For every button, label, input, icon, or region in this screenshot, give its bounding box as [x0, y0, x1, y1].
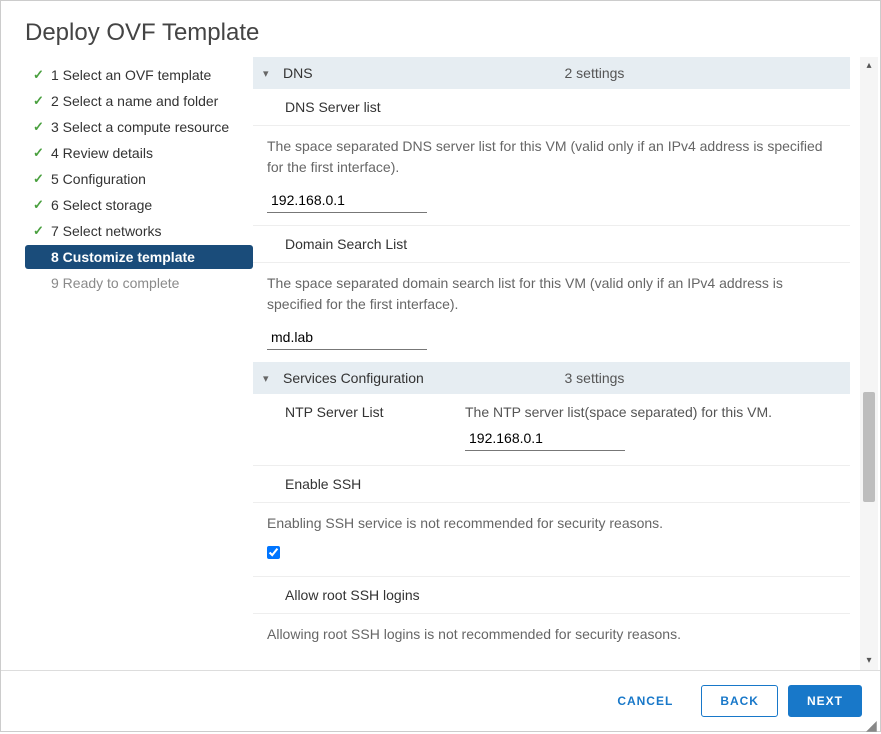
back-button[interactable]: BACK	[701, 685, 778, 717]
section-label: DNS	[283, 65, 559, 81]
section-dns-header[interactable]: ▾ DNS 2 settings	[253, 57, 850, 89]
check-icon: ✓	[33, 119, 51, 135]
step-label: 6 Select storage	[51, 197, 152, 213]
dns-server-input[interactable]	[267, 188, 427, 213]
step-3-compute[interactable]: ✓3 Select a compute resource	[25, 115, 253, 139]
section-count: 2 settings	[565, 65, 841, 81]
field-label: DNS Server list	[265, 99, 465, 115]
cancel-button[interactable]: CANCEL	[599, 686, 691, 716]
step-6-storage[interactable]: ✓6 Select storage	[25, 193, 253, 217]
step-label: 8 Customize template	[51, 249, 195, 265]
dns-server-input-wrap	[267, 188, 836, 213]
scroll-up-icon[interactable]: ▴	[866, 57, 871, 75]
step-2-name-folder[interactable]: ✓2 Select a name and folder	[25, 89, 253, 113]
step-1-select-ovf[interactable]: ✓1 Select an OVF template	[25, 63, 253, 87]
ntp-row: NTP Server List The NTP server list(spac…	[253, 394, 850, 466]
domain-search-help: The space separated domain search list f…	[253, 263, 850, 321]
dialog-footer: CANCEL BACK NEXT	[1, 670, 880, 731]
dialog-body: ✓1 Select an OVF template ✓2 Select a na…	[1, 53, 880, 670]
root-ssh-help: Allowing root SSH logins is not recommen…	[253, 614, 850, 651]
ntp-desc: The NTP server list(space separated) for…	[465, 404, 838, 420]
field-label: Domain Search List	[265, 236, 465, 252]
step-label: 4 Review details	[51, 145, 153, 161]
dns-server-list-row: DNS Server list	[253, 89, 850, 126]
ntp-input-wrap	[465, 420, 838, 455]
dns-server-help: The space separated DNS server list for …	[253, 126, 850, 184]
step-label: 2 Select a name and folder	[51, 93, 218, 109]
domain-search-input-wrap	[267, 325, 836, 350]
section-label: Services Configuration	[283, 370, 559, 386]
step-5-configuration[interactable]: ✓5 Configuration	[25, 167, 253, 191]
scroll-thumb[interactable]	[863, 392, 875, 502]
ntp-input[interactable]	[465, 426, 625, 451]
chevron-down-icon: ▾	[263, 372, 277, 385]
deploy-ovf-dialog: Deploy OVF Template ✓1 Select an OVF tem…	[0, 0, 881, 732]
resize-handle-icon[interactable]: ◢	[866, 717, 878, 729]
section-services-header[interactable]: ▾ Services Configuration 3 settings	[253, 362, 850, 394]
step-7-networks[interactable]: ✓7 Select networks	[25, 219, 253, 243]
field-label: Enable SSH	[265, 476, 465, 492]
enable-ssh-checkbox[interactable]	[267, 546, 280, 559]
dialog-title: Deploy OVF Template	[1, 1, 880, 53]
step-label: 1 Select an OVF template	[51, 67, 211, 83]
step-9-ready: ✓9 Ready to complete	[25, 271, 253, 295]
check-icon: ✓	[33, 67, 51, 83]
wizard-steps: ✓1 Select an OVF template ✓2 Select a na…	[25, 57, 253, 670]
step-label: 9 Ready to complete	[51, 275, 179, 291]
step-8-customize[interactable]: ✓8 Customize template	[25, 245, 253, 269]
check-icon: ✓	[33, 223, 51, 239]
step-label: 5 Configuration	[51, 171, 146, 187]
check-icon: ✓	[33, 93, 51, 109]
step-label: 3 Select a compute resource	[51, 119, 229, 135]
check-icon: ✓	[33, 145, 51, 161]
section-count: 3 settings	[565, 370, 841, 386]
main-wrap: ▾ DNS 2 settings DNS Server list The spa…	[253, 57, 878, 670]
scroll-down-icon[interactable]: ▾	[866, 652, 871, 670]
step-label: 7 Select networks	[51, 223, 162, 239]
ntp-right: The NTP server list(space separated) for…	[465, 404, 838, 455]
field-label: NTP Server List	[265, 404, 465, 420]
check-icon: ✓	[33, 171, 51, 187]
enable-ssh-checkbox-wrap	[253, 540, 850, 576]
enable-ssh-row: Enable SSH	[253, 466, 850, 503]
domain-search-row: Domain Search List	[253, 225, 850, 263]
vertical-scrollbar[interactable]: ▴ ▾	[860, 57, 878, 670]
customize-form: ▾ DNS 2 settings DNS Server list The spa…	[253, 57, 860, 670]
step-4-review[interactable]: ✓4 Review details	[25, 141, 253, 165]
root-ssh-row: Allow root SSH logins	[253, 576, 850, 614]
field-label: Allow root SSH logins	[265, 587, 465, 603]
chevron-down-icon: ▾	[263, 67, 277, 80]
next-button[interactable]: NEXT	[788, 685, 862, 717]
enable-ssh-help: Enabling SSH service is not recommended …	[253, 503, 850, 540]
check-icon: ✓	[33, 197, 51, 213]
scroll-track[interactable]	[863, 75, 875, 652]
domain-search-input[interactable]	[267, 325, 427, 350]
